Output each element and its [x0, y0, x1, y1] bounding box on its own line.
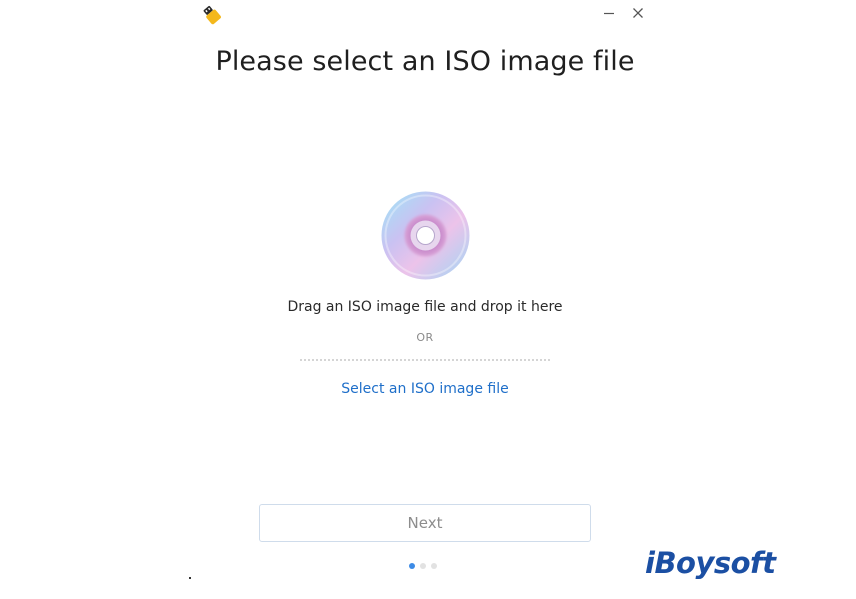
select-iso-link[interactable]: Select an ISO image file: [0, 381, 850, 397]
or-separator: OR: [416, 331, 434, 344]
step-dot-3: [431, 563, 437, 569]
minimize-button[interactable]: [599, 4, 619, 22]
minimize-icon: [604, 12, 614, 15]
page-title: Please select an ISO image file: [215, 46, 635, 77]
step-dot-2: [420, 563, 426, 569]
close-icon: [633, 8, 643, 18]
stray-mark: [189, 577, 191, 579]
brand-watermark: iBoysoft: [645, 546, 776, 580]
divider: [300, 359, 550, 361]
step-indicator: [409, 563, 437, 569]
next-button[interactable]: Next: [259, 504, 591, 542]
disc-icon[interactable]: [380, 190, 471, 281]
usb-drive-icon: [202, 5, 222, 25]
drop-zone-text: Drag an ISO image file and drop it here: [287, 299, 563, 315]
close-button[interactable]: [628, 4, 648, 22]
step-dot-1: [409, 563, 415, 569]
